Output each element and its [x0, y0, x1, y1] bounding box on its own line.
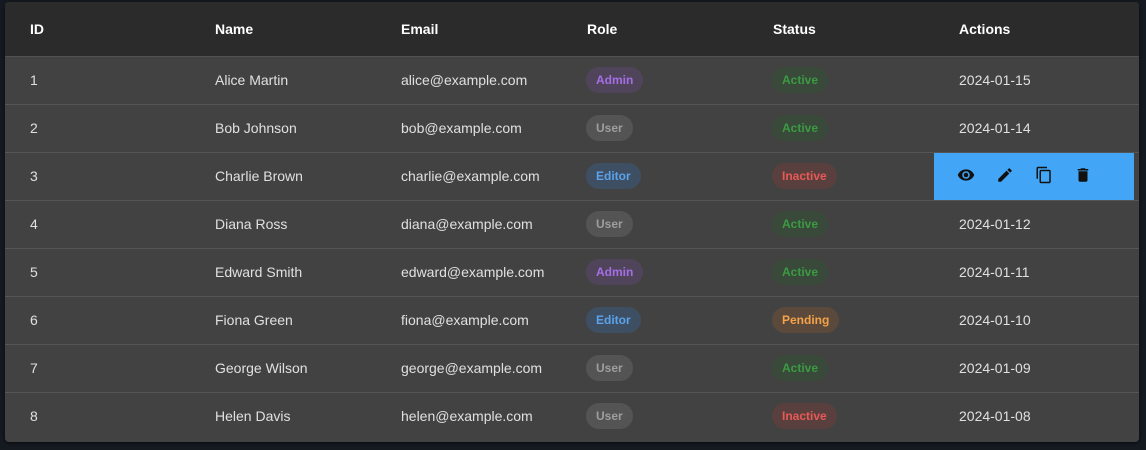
cell-role: Admin [562, 56, 748, 105]
cell-id: 6 [5, 296, 190, 345]
role-chip: User [586, 403, 633, 430]
cell-id: 1 [5, 56, 190, 105]
cell-actions: 2024-01-12 [934, 200, 1139, 249]
cell-status: Active [748, 344, 934, 393]
cell-name: Alice Martin [190, 56, 376, 105]
cell-name: Fiona Green [190, 296, 376, 345]
header-row: ID Name Email Role Status Actions [5, 2, 1139, 57]
status-chip: Active [772, 355, 829, 381]
status-chip: Inactive [772, 403, 837, 430]
table-row[interactable]: 2 Bob Johnson bob@example.com User Active 202… [5, 104, 1139, 153]
column-header-email[interactable]: Email [376, 2, 562, 57]
cell-id: 7 [5, 344, 190, 393]
cell-actions: 2024-01-14 [934, 104, 1139, 153]
cell-status: Inactive [748, 392, 934, 440]
cell-email: alice@example.com [376, 56, 562, 105]
cell-date: 2024-01-08 [959, 408, 1031, 425]
cell-actions: 2024-01-10 [934, 296, 1139, 345]
table-row[interactable]: 5 Edward Smith edward@example.com Admin Acti… [5, 248, 1139, 297]
status-chip: Active [772, 211, 829, 237]
edit-button[interactable] [993, 164, 1017, 188]
column-header-status[interactable]: Status [748, 2, 934, 57]
cell-id: 2 [5, 104, 190, 153]
cell-status: Active [748, 200, 934, 249]
cell-date: 2024-01-11 [959, 264, 1030, 280]
cell-role: Editor [562, 296, 748, 345]
table-row[interactable]: 1 Alice Martin alice@example.com Admin Activ… [5, 56, 1139, 105]
cell-email: george@example.com [376, 344, 562, 393]
column-header-id[interactable]: ID [5, 2, 190, 57]
cell-status: Active [748, 104, 934, 153]
cell-date: 2024-01-10 [959, 312, 1031, 328]
table-body: 1 Alice Martin alice@example.com Admin Activ… [5, 56, 1139, 440]
cell-email: bob@example.com [376, 104, 562, 153]
cell-role: User [562, 200, 748, 249]
cell-date: 2024-01-12 [959, 216, 1031, 232]
cell-name: George Wilson [190, 344, 376, 393]
cell-status: Active [748, 248, 934, 297]
status-chip: Active [772, 259, 829, 285]
cell-actions: 2024-01-15 [934, 56, 1139, 105]
role-chip: Editor [586, 163, 641, 189]
cell-actions: 2024-01-11 [934, 248, 1139, 297]
cell-email: diana@example.com [376, 200, 562, 249]
users-table: ID Name Email Role Status Actions 1 Alice… [5, 2, 1139, 440]
cell-status: Pending [748, 296, 934, 345]
cell-id: 3 [5, 152, 190, 201]
view-button[interactable] [954, 164, 978, 188]
cell-name: Diana Ross [190, 200, 376, 249]
column-header-actions[interactable]: Actions [934, 2, 1139, 57]
delete-button[interactable] [1071, 164, 1095, 188]
role-chip: User [586, 355, 633, 381]
cell-role: User [562, 104, 748, 153]
role-chip: Admin [586, 67, 644, 93]
cell-id: 8 [30, 408, 38, 425]
cell-date: 2024-01-09 [959, 360, 1031, 376]
cell-id: 5 [5, 248, 190, 297]
cell-id: 4 [5, 200, 190, 249]
cell-status: Active [748, 56, 934, 105]
cell-status: Inactive [748, 152, 934, 201]
cell-email: fiona@example.com [376, 296, 562, 345]
table-row[interactable]: 6 Fiona Green fiona@example.com Editor Pendi… [5, 296, 1139, 345]
status-chip: Active [772, 115, 829, 141]
table-row[interactable]: 3 Charlie Brown charlie@example.com Editor I… [5, 152, 1139, 201]
column-header-name[interactable]: Name [190, 2, 376, 57]
cell-role: User [562, 392, 748, 440]
cell-name: Edward Smith [190, 248, 376, 297]
cell-email: edward@example.com [376, 248, 562, 297]
cell-actions [934, 152, 1139, 201]
cell-date: 2024-01-15 [959, 72, 1031, 88]
table-row[interactable]: 4 Diana Ross diana@example.com User Active 20… [5, 200, 1139, 249]
role-chip: User [586, 115, 633, 141]
delete-icon [1074, 166, 1092, 187]
copy-button[interactable] [1032, 164, 1056, 188]
cell-name: Bob Johnson [190, 104, 376, 153]
cell-name: Charlie Brown [190, 152, 376, 201]
status-chip: Inactive [772, 163, 837, 189]
cell-actions: 2024-01-09 [934, 344, 1139, 393]
status-chip: Active [772, 67, 829, 93]
role-chip: Admin [586, 259, 644, 285]
cell-role: Admin [562, 248, 748, 297]
cell-date: 2024-01-14 [959, 120, 1031, 136]
cell-role: User [562, 344, 748, 393]
cell-email: charlie@example.com [376, 152, 562, 201]
table-header: ID Name Email Role Status Actions [5, 2, 1139, 57]
view-icon [957, 166, 975, 187]
edit-icon [996, 166, 1014, 187]
cell-name: Helen Davis [215, 408, 291, 425]
column-header-role[interactable]: Role [562, 2, 748, 57]
role-chip: Editor [586, 307, 641, 333]
table-row[interactable]: 8 Helen Davis helen@example.com User Inactiv… [5, 392, 1139, 440]
cell-role: Editor [562, 152, 748, 201]
cell-email: helen@example.com [401, 408, 533, 425]
status-chip: Pending [772, 307, 840, 333]
users-table-container: ID Name Email Role Status Actions 1 Alice… [5, 2, 1139, 442]
role-chip: User [586, 211, 633, 237]
cell-actions: 2024-01-08 [934, 392, 1139, 440]
table-row[interactable]: 7 George Wilson george@example.com User Acti… [5, 344, 1139, 393]
copy-icon [1035, 166, 1053, 187]
row-actions-toolbar [934, 152, 1134, 200]
